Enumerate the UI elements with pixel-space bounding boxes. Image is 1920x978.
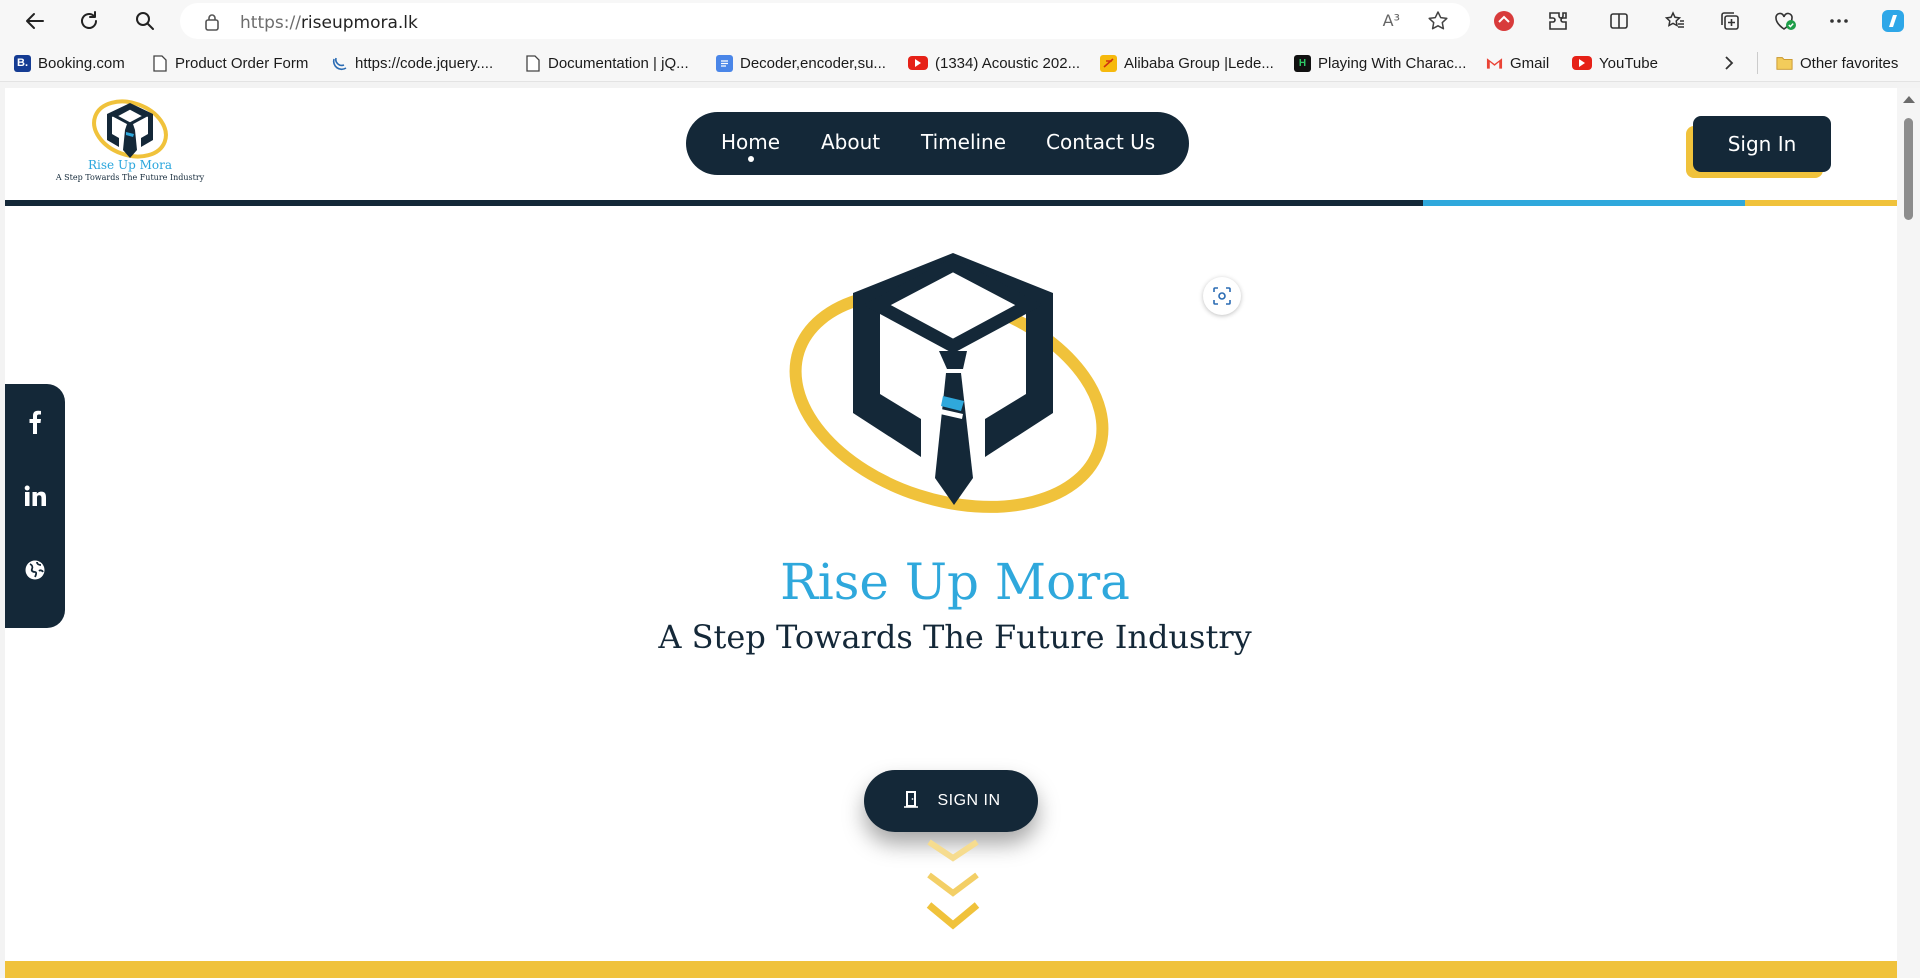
header-sign-in-button[interactable]: Sign In	[1693, 116, 1831, 172]
youtube-icon	[908, 56, 928, 70]
main-nav: Home About Timeline Contact Us	[686, 112, 1189, 175]
favorite-star-icon[interactable]	[1426, 9, 1450, 38]
hero-logo	[789, 253, 1109, 513]
bookmark-acoustic[interactable]: (1334) Acoustic 202...	[908, 52, 1080, 74]
nav-home[interactable]: Home	[721, 130, 780, 154]
bookmark-jquery-code[interactable]: https://code.jquery....	[331, 52, 493, 74]
bookmark-youtube[interactable]: YouTube	[1572, 52, 1658, 74]
copilot-icon[interactable]	[1878, 6, 1908, 36]
globe-icon[interactable]	[17, 552, 53, 588]
site-logo[interactable]: Rise Up Mora A Step Towards The Future I…	[55, 98, 205, 186]
read-aloud-icon[interactable]: A³	[1383, 11, 1400, 30]
docs-icon	[716, 54, 733, 72]
hero-sign-in-label: SIGN IN	[937, 792, 1001, 809]
page-icon	[151, 54, 168, 72]
logo-tagline: A Step Towards The Future Industry	[55, 173, 205, 182]
page-icon	[524, 54, 541, 72]
header-stripe-navy	[5, 200, 1423, 206]
header-stripe-gold	[1745, 200, 1897, 206]
door-icon	[901, 789, 921, 814]
visual-search-icon[interactable]	[1203, 277, 1241, 315]
hero-subtitle: A Step Towards The Future Industry	[658, 618, 1252, 656]
scroll-chevron-3-icon[interactable]	[925, 901, 981, 931]
booking-icon: B.	[14, 54, 31, 72]
url-text[interactable]: https://riseupmora.lk	[240, 13, 418, 33]
bookmarks-overflow-chevron-icon[interactable]	[1722, 52, 1736, 74]
search-icon[interactable]	[130, 6, 160, 36]
logo-name: Rise Up Mora	[88, 158, 172, 172]
lock-icon[interactable]	[204, 13, 220, 36]
other-favorites[interactable]: Other favorites	[1776, 52, 1898, 74]
bookmark-documentation[interactable]: Documentation | jQ...	[524, 52, 689, 74]
folder-icon	[1776, 55, 1793, 72]
bookmark-playing-with-characters[interactable]: H Playing With Charac...	[1294, 52, 1466, 74]
instagram-icon[interactable]	[17, 626, 53, 662]
extensions-icon[interactable]	[1543, 6, 1573, 36]
gmail-icon	[1486, 55, 1503, 72]
hero-title: Rise Up Mora	[780, 553, 1130, 611]
alibaba-icon	[1100, 54, 1117, 72]
extension-red-icon[interactable]	[1489, 6, 1519, 36]
jquery-icon	[331, 55, 348, 72]
section-divider-bar	[5, 961, 1897, 978]
web-page: Rise Up Mora A Step Towards The Future I…	[5, 88, 1897, 978]
header-stripe-blue	[1423, 200, 1745, 206]
hackerrank-icon: H	[1294, 54, 1311, 72]
nav-contact-us[interactable]: Contact Us	[1046, 130, 1155, 154]
scrollbar-thumb[interactable]	[1904, 118, 1913, 220]
back-icon[interactable]	[20, 6, 50, 36]
hero-sign-in-button[interactable]: SIGN IN	[864, 770, 1038, 832]
scroll-chevron-1-icon	[927, 839, 979, 862]
youtube-icon	[1572, 56, 1592, 70]
social-sidebar	[5, 384, 65, 655]
refresh-icon[interactable]	[74, 6, 104, 36]
collections-icon[interactable]	[1715, 6, 1745, 36]
browser-essentials-icon[interactable]	[1770, 6, 1800, 36]
facebook-icon[interactable]	[17, 404, 53, 440]
bookmark-alibaba[interactable]: Alibaba Group |Lede...	[1100, 52, 1274, 74]
favorites-icon[interactable]	[1660, 6, 1690, 36]
split-screen-icon[interactable]	[1604, 6, 1634, 36]
bookmarks-divider	[1757, 52, 1758, 74]
logo-emblem	[92, 99, 168, 159]
page-scrollbar[interactable]	[1897, 88, 1920, 978]
address-bar[interactable]: https://riseupmora.lk A³	[180, 3, 1470, 39]
bookmark-product-order-form[interactable]: Product Order Form	[151, 52, 308, 74]
browser-toolbar: https://riseupmora.lk A³	[0, 0, 1920, 42]
scroll-up-arrow-icon[interactable]	[1903, 96, 1915, 103]
linkedin-icon[interactable]	[17, 478, 53, 514]
bookmark-gmail[interactable]: Gmail	[1486, 52, 1549, 74]
bookmark-decoder[interactable]: Decoder,encoder,su...	[716, 52, 886, 74]
active-nav-indicator	[748, 156, 754, 162]
more-menu-icon[interactable]	[1824, 6, 1854, 36]
nav-timeline[interactable]: Timeline	[921, 130, 1006, 154]
nav-about[interactable]: About	[821, 130, 880, 154]
bookmarks-bar: B. Booking.com Product Order Form https:…	[0, 42, 1920, 82]
scroll-chevron-2-icon	[927, 872, 979, 897]
bookmark-booking[interactable]: B. Booking.com	[14, 52, 125, 74]
